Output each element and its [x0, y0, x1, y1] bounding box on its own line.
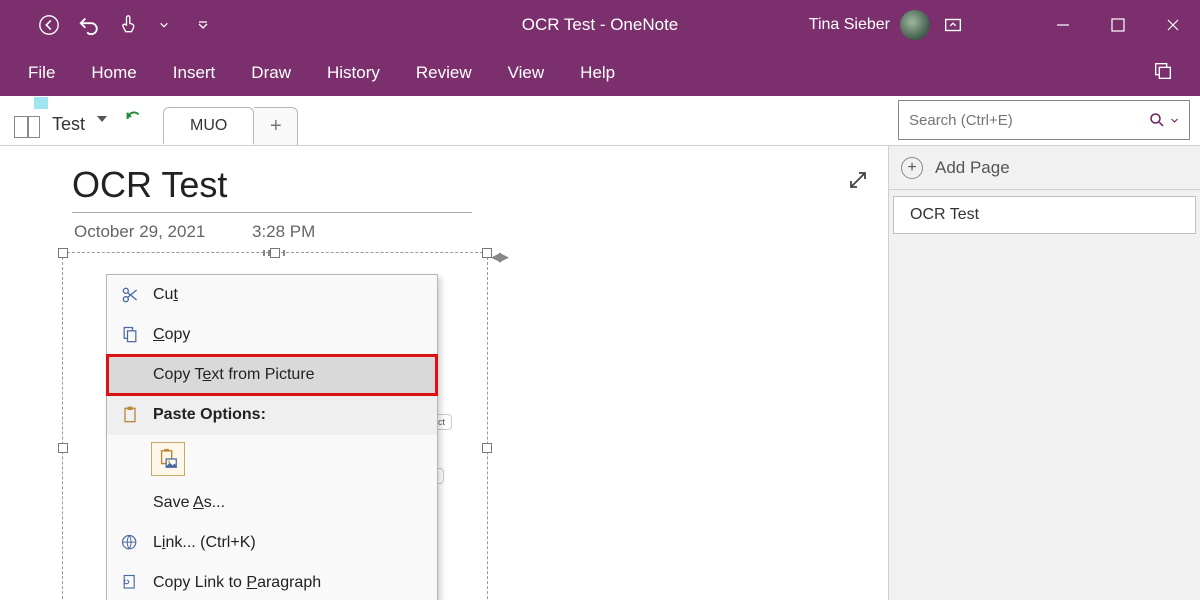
app-title: OCR Test - OneNote [522, 15, 679, 35]
menu-review[interactable]: Review [416, 63, 472, 83]
paste-as-picture-button[interactable] [151, 442, 185, 476]
menu-history[interactable]: History [327, 63, 380, 83]
ctx-cut[interactable]: Cut [107, 275, 437, 315]
search-input[interactable] [909, 112, 1148, 129]
add-page-label: Add Page [935, 158, 1010, 178]
page-date[interactable]: October 29, 2021 [74, 222, 205, 242]
context-menu: Cut Copy Copy Text from Picture Paste Op… [106, 274, 438, 600]
page-list-item[interactable]: OCR Test [893, 196, 1196, 234]
page-link-icon [119, 572, 141, 594]
title-underline [72, 212, 472, 213]
quick-access-toolbar [0, 14, 214, 36]
globe-link-icon [119, 532, 141, 554]
notebook-dropdown-icon[interactable] [95, 112, 109, 131]
ctx-label: Cut [153, 286, 437, 304]
cascade-windows-icon[interactable] [1152, 60, 1174, 87]
scissors-icon [119, 284, 141, 306]
page-time[interactable]: 3:28 PM [252, 222, 315, 242]
ctx-save-as[interactable]: Save As... [107, 483, 437, 523]
menu-draw[interactable]: Draw [251, 63, 291, 83]
search-box[interactable] [898, 100, 1190, 140]
add-page-button[interactable]: + Add Page [889, 146, 1200, 190]
resize-handle[interactable] [270, 248, 280, 258]
resize-handle[interactable] [482, 443, 492, 453]
menu-file[interactable]: File [28, 63, 55, 83]
clipboard-icon [119, 404, 141, 426]
plus-icon: + [270, 115, 282, 138]
window-controls [1035, 0, 1200, 50]
blank-icon [119, 492, 141, 514]
ctx-link[interactable]: Link... (Ctrl+K) [107, 523, 437, 563]
ctx-paste-options-row [107, 435, 437, 483]
ctx-paste-options-header: Paste Options: [107, 395, 437, 435]
fullscreen-icon[interactable] [846, 168, 870, 197]
menu-view[interactable]: View [508, 63, 545, 83]
minimize-button[interactable] [1035, 0, 1090, 50]
page-title[interactable]: OCR Test [72, 164, 227, 206]
notebook-icon[interactable] [14, 104, 46, 138]
menu-insert[interactable]: Insert [173, 63, 216, 83]
workspace: Test MUO + OCR Test October 29, 2021 3:2… [0, 96, 1200, 600]
page-list: OCR Test [889, 190, 1200, 234]
resize-handle[interactable] [58, 443, 68, 453]
resize-handle[interactable] [58, 248, 68, 258]
touch-mode-icon[interactable] [118, 14, 140, 36]
blank-icon [119, 364, 141, 386]
ctx-copy[interactable]: Copy [107, 315, 437, 355]
page-panel: + Add Page OCR Test [888, 146, 1200, 600]
menubar: File Home Insert Draw History Review Vie… [0, 50, 1200, 96]
ctx-copy-text-from-picture[interactable]: Copy Text from Picture [107, 355, 437, 395]
copy-icon [119, 324, 141, 346]
user-name: Tina Sieber [809, 16, 890, 34]
page-canvas[interactable]: OCR Test October 29, 2021 3:28 PM Impact… [0, 146, 888, 600]
maximize-button[interactable] [1090, 0, 1145, 50]
ctx-copy-link-paragraph[interactable]: Copy Link to Paragraph [107, 563, 437, 600]
search-icon[interactable] [1148, 111, 1179, 129]
ctx-label: Copy [153, 326, 437, 344]
avatar[interactable] [900, 10, 930, 40]
add-section-button[interactable]: + [254, 107, 298, 145]
touch-dropdown-icon[interactable] [158, 14, 170, 36]
close-button[interactable] [1145, 0, 1200, 50]
ctx-label: Save As... [153, 494, 437, 512]
menu-home[interactable]: Home [91, 63, 136, 83]
menu-help[interactable]: Help [580, 63, 615, 83]
ribbon-display-options-icon[interactable] [930, 0, 975, 50]
plus-circle-icon: + [901, 157, 923, 179]
ctx-label: Paste Options: [153, 406, 437, 424]
undo-icon[interactable] [78, 14, 100, 36]
ctx-label: Link... (Ctrl+K) [153, 534, 437, 552]
section-tab-label: MUO [190, 117, 227, 135]
sync-icon[interactable] [123, 108, 145, 135]
user-block[interactable]: Tina Sieber [809, 10, 930, 40]
title-bar: OCR Test - OneNote Tina Sieber [0, 0, 1200, 50]
resize-handle[interactable] [482, 248, 492, 258]
customize-qat-icon[interactable] [192, 14, 214, 36]
section-tab-muo[interactable]: MUO [163, 107, 254, 145]
ctx-label: Copy Link to Paragraph [153, 574, 437, 592]
container-resize-icon[interactable]: ◀▶ [491, 249, 507, 265]
back-icon[interactable] [38, 14, 60, 36]
page-item-label: OCR Test [910, 206, 979, 224]
notebook-name[interactable]: Test [52, 114, 85, 135]
ctx-label: Copy Text from Picture [153, 366, 437, 384]
search-wrapper [894, 100, 1194, 144]
